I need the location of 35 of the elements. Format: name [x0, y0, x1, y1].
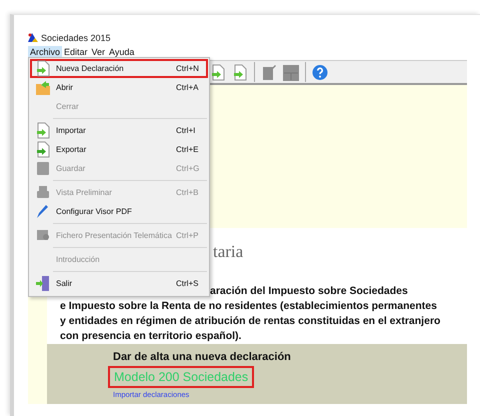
export-toolbar-button[interactable] — [232, 64, 248, 80]
panel-title: Dar de alta una nueva declaración — [113, 351, 292, 363]
edit-toolbar-button[interactable] — [261, 64, 277, 80]
pen-icon — [34, 203, 50, 220]
menu-item[interactable]: Nueva Declaración Ctrl+N — [30, 59, 208, 78]
printer-icon — [34, 184, 50, 201]
menu-item[interactable]: Importar Ctrl+I — [30, 121, 208, 140]
menu-item[interactable]: Abrir Ctrl+A — [30, 78, 208, 97]
section-heading: taria — [213, 242, 244, 263]
edit-icon — [261, 64, 277, 80]
import-icon — [210, 64, 226, 80]
menu-item[interactable]: Exportar Ctrl+E — [30, 140, 208, 159]
import-icon — [34, 122, 50, 139]
save-icon — [34, 160, 50, 177]
new-document-icon — [34, 60, 50, 77]
help-icon — [312, 64, 328, 80]
description-text: y entidades en régimen de atribución de rentas constituidas en el extranjero — [60, 314, 442, 329]
app-logo-icon — [28, 33, 38, 42]
menu-item[interactable]: Salir Ctrl+S — [30, 274, 208, 293]
export-icon — [232, 64, 248, 80]
menu-bar-item[interactable]: Ver — [90, 46, 108, 59]
grid-toolbar-button[interactable] — [283, 64, 299, 80]
window-title: Sociedades 2015 — [41, 32, 111, 42]
menu-item[interactable]: Configurar Visor PDF — [30, 202, 208, 221]
description-text: aración del Impuesto sobre Sociedades — [209, 284, 409, 299]
menu-bar-item[interactable]: Editar — [62, 46, 90, 59]
help-toolbar-button[interactable] — [312, 64, 328, 80]
import-toolbar-button[interactable] — [210, 64, 226, 80]
description-text: con presencia en territorio español). — [60, 329, 242, 344]
exit-door-icon — [34, 275, 50, 292]
folder-icon — [34, 79, 50, 96]
description-text: e Impuesto sobre la Renta de no residentes (establecimientos permanentes — [60, 299, 438, 314]
export-icon — [34, 141, 50, 158]
menu-bar-item[interactable]: Ayuda — [107, 46, 136, 59]
grid-icon — [283, 64, 299, 80]
